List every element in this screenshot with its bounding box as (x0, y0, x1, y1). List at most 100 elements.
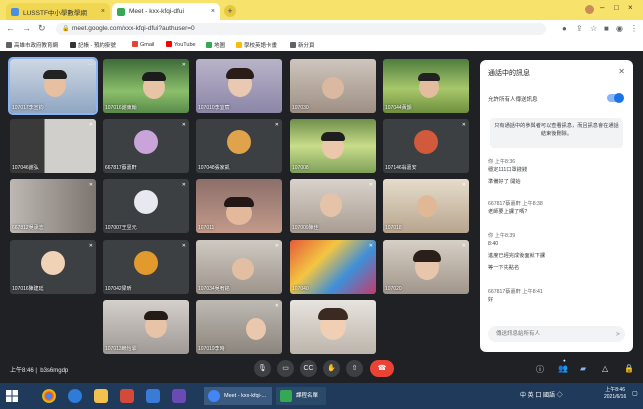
url-field[interactable]: 🔒 meet.google.com/xxx-kfqi-dfui?authuser… (56, 23, 546, 35)
avatar (227, 130, 251, 154)
edge-taskbar-icon[interactable] (68, 389, 82, 403)
back-icon[interactable]: ← (6, 23, 15, 33)
extension-icon[interactable]: ■ (604, 24, 609, 33)
participant-hair (226, 68, 254, 79)
mic-off-icon: ✕ (461, 243, 466, 249)
participant-tile[interactable]: 107030 (290, 59, 376, 113)
bookmark-item[interactable]: 高雄市政府教育網 (6, 41, 58, 49)
participant-name: 667817蔡嘉軒 (105, 165, 137, 171)
participant-tile[interactable]: ✕ 107020 (383, 240, 469, 294)
taskbar-clock[interactable]: 上午8:46 2021/6/16 (604, 387, 626, 401)
chat-message-text: 準備好了 開始 (488, 179, 521, 185)
participant-tile[interactable]: ✕ 107046謝弘 (10, 119, 96, 173)
camera-icon[interactable]: ● (562, 24, 567, 33)
chat-message-text: 老師要上課了嗎? (488, 209, 528, 215)
participant-tile[interactable]: ⋯ 107017李宣鈞 (8, 57, 98, 115)
explorer-taskbar-icon[interactable] (94, 389, 108, 403)
participant-tile[interactable] (290, 300, 376, 354)
chrome-taskbar-icon[interactable] (42, 389, 56, 403)
browser-tab-2[interactable]: Meet - kxx-kfqi-dfui × (112, 3, 220, 20)
close-tab-icon[interactable]: × (211, 8, 215, 15)
microphone-button[interactable]: 🎙 (254, 360, 271, 377)
raise-hand-button[interactable]: ✋ (323, 360, 340, 377)
send-icon[interactable]: ➤ (615, 330, 621, 338)
participant-tile[interactable]: ✕ 667812吳承志 (10, 179, 96, 233)
more-options-icon[interactable]: ⋯ (88, 62, 93, 68)
participant-tile[interactable]: ✕ 107007王昱元 (103, 179, 189, 233)
maximize-icon[interactable]: □ (614, 3, 619, 12)
mic-off-icon: ✕ (181, 243, 186, 249)
participant-name: 107040 (292, 286, 309, 292)
new-tab-button[interactable]: + (224, 5, 236, 17)
participant-face (246, 318, 266, 340)
participant-tile[interactable]: 107010李宜宸 (196, 59, 282, 113)
participant-name: 107007王昱元 (105, 225, 137, 231)
participant-tile[interactable]: ✕ 107048張家凱 (196, 119, 282, 173)
share-icon[interactable]: ⇪ (576, 24, 583, 33)
participant-name: 667812吳承志 (12, 225, 44, 231)
forward-icon[interactable]: → (22, 23, 31, 33)
taskbar-window-meet[interactable]: Meet - kxx-kfqi-... (204, 387, 272, 405)
participant-name: 107017李宣鈞 (12, 105, 44, 111)
clock-date: 2021/6/16 (604, 394, 627, 400)
close-window-icon[interactable]: × (628, 3, 633, 12)
taskbar-window-list[interactable]: 課程名單 (276, 387, 326, 405)
participant-name: 107020 (385, 286, 402, 292)
bookmark-item[interactable]: 新分頁 (290, 41, 315, 49)
participant-tile[interactable]: ✕ 667817蔡嘉軒 (103, 119, 189, 173)
participant-tile[interactable]: 107011 (196, 179, 282, 233)
participant-tile[interactable]: ✕ 107016陳建廷 (10, 240, 96, 294)
participant-tile[interactable]: 107013賴怡霏 (103, 300, 189, 354)
bookmark-item[interactable]: 學校英語卡畫 (236, 41, 277, 49)
windows-start-icon[interactable] (6, 390, 18, 402)
people-icon[interactable]: 👥 (558, 364, 568, 373)
bookmark-icon (236, 42, 242, 48)
bookmark-item[interactable]: YouTube (166, 41, 196, 48)
participant-tile[interactable]: 107044黃韻 (383, 59, 469, 113)
allow-messages-toggle[interactable] (607, 93, 624, 103)
notification-icon[interactable]: ▢ (632, 390, 638, 397)
participant-tile[interactable]: ✕ 107146翁嘉安 (383, 119, 469, 173)
chat-message-text: 穩定111口罩錢錢 (488, 167, 528, 173)
participant-name: 107018 (385, 225, 402, 231)
app-taskbar-icon[interactable] (146, 389, 160, 403)
participant-name: 107010李宜宸 (198, 105, 230, 111)
meeting-details-icon[interactable]: ⓘ (536, 364, 544, 375)
present-button[interactable]: ⇧ (346, 360, 363, 377)
participant-name: 107019李時 (198, 346, 225, 352)
participant-hair (418, 73, 440, 81)
app-taskbar-icon[interactable] (172, 389, 186, 403)
chat-message-sender: 667817蔡嘉軒 上午8:38 (488, 201, 543, 207)
participant-tile[interactable]: 107008 (290, 119, 376, 173)
close-icon[interactable]: ✕ (618, 67, 625, 76)
bookmark-item[interactable]: Gmail (132, 41, 154, 48)
participant-tile[interactable]: ✕ 107019李時 (196, 300, 282, 354)
reload-icon[interactable]: ↻ (38, 23, 46, 34)
participant-tile[interactable]: ✕ 107034吳宥銘 (196, 240, 282, 294)
bookmark-item[interactable]: 地圖 (206, 41, 225, 49)
meeting-controls-bar: 上午8:46 | b3s6mgdp 🎙 ▭ CC ✋ ⇧ ⋮ ☎ ⓘ ● 👥 ▰… (0, 355, 643, 383)
menu-icon[interactable]: ⋮ (630, 24, 638, 33)
profile-icon[interactable] (585, 5, 594, 14)
participant-tile[interactable]: ✕ 107016謝東翰 (103, 59, 189, 113)
chat-icon[interactable]: ▰ (580, 364, 586, 373)
app-taskbar-icon[interactable] (120, 389, 134, 403)
participant-name: 107034吳宥銘 (198, 286, 230, 292)
minimize-icon[interactable]: – (600, 3, 604, 12)
star-icon[interactable]: ☆ (590, 24, 597, 33)
browser-tab-1[interactable]: LUSSTF中小學數學網 × (6, 3, 110, 20)
host-controls-icon[interactable]: 🔒 (624, 364, 634, 373)
participant-tile[interactable]: ✕ 107009陳佳 (290, 179, 376, 233)
system-tray[interactable]: 中 英 口 國語 ◇ (520, 390, 563, 399)
captions-button[interactable]: CC (300, 360, 317, 377)
leave-call-button[interactable]: ☎ (370, 360, 394, 377)
participant-tile[interactable]: ✕ 107018 (383, 179, 469, 233)
activities-icon[interactable]: △ (602, 364, 608, 373)
chat-message-input[interactable] (488, 326, 625, 342)
camera-button[interactable]: ▭ (277, 360, 294, 377)
bookmark-item[interactable]: 記帳 - 預約掛號 (70, 41, 116, 49)
close-tab-icon[interactable]: × (101, 8, 105, 15)
participant-tile[interactable]: ✕ 107042梁昕 (103, 240, 189, 294)
account-icon[interactable]: ◉ (616, 24, 623, 33)
participant-tile[interactable]: ✕ 107040 (290, 240, 376, 294)
